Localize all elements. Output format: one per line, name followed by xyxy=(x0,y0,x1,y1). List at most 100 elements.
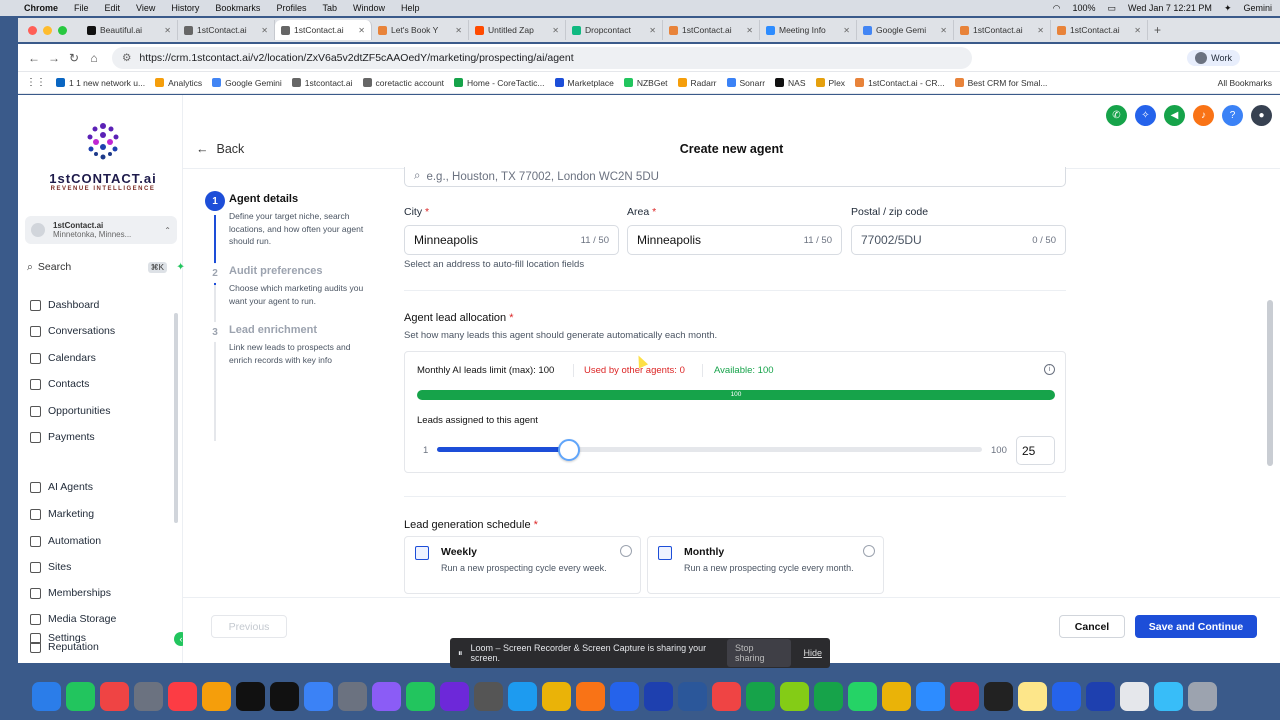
bookmark-item[interactable]: Sonarr xyxy=(726,78,765,88)
sidebar-item-payments[interactable]: Payments xyxy=(30,429,95,445)
cancel-button[interactable]: Cancel xyxy=(1059,615,1125,638)
previous-button[interactable]: Previous xyxy=(211,615,287,638)
dock-app-icon[interactable] xyxy=(678,681,707,711)
main-scrollbar[interactable] xyxy=(1267,300,1273,466)
menu-history[interactable]: History xyxy=(171,3,199,13)
schedule-option-monthly[interactable]: Monthly Run a new prospecting cycle ever… xyxy=(647,536,884,594)
close-tab-icon[interactable]: ✕ xyxy=(1134,26,1141,35)
dock-app-icon[interactable] xyxy=(1086,681,1115,711)
back-button[interactable]: ← Back xyxy=(196,142,244,156)
dock-app-icon[interactable] xyxy=(780,681,809,711)
menu-help[interactable]: Help xyxy=(401,3,420,13)
profile-button[interactable]: Work xyxy=(1187,49,1240,66)
dock-app-icon[interactable] xyxy=(474,681,503,711)
dock-app-icon[interactable] xyxy=(1018,681,1047,711)
browser-tab[interactable]: 1stContact.ai ✕ xyxy=(178,20,275,40)
save-continue-button[interactable]: Save and Continue xyxy=(1135,615,1257,638)
close-tab-icon[interactable]: ✕ xyxy=(164,26,171,35)
dock-app-icon[interactable] xyxy=(644,681,673,711)
back-arrow-icon[interactable]: ← xyxy=(24,51,44,65)
browser-tab[interactable]: Untitled Zap ✕ xyxy=(469,20,566,40)
dock-app-icon[interactable] xyxy=(508,681,537,711)
bookmark-item[interactable]: Google Gemini xyxy=(212,78,282,88)
minimize-window-icon[interactable] xyxy=(43,25,52,35)
menu-tab[interactable]: Tab xyxy=(322,3,337,13)
close-tab-icon[interactable]: ✕ xyxy=(649,26,656,35)
leads-slider-thumb[interactable] xyxy=(558,439,581,461)
close-tab-icon[interactable]: ✕ xyxy=(358,26,365,35)
info-icon[interactable]: i xyxy=(1044,364,1055,375)
quick-action-icon[interactable]: ✦ xyxy=(176,261,185,273)
dock-app-icon[interactable] xyxy=(542,681,571,711)
weekly-radio[interactable] xyxy=(620,545,632,557)
bookmark-item[interactable]: NZBGet xyxy=(623,78,668,88)
menu-window[interactable]: Window xyxy=(353,3,385,13)
postal-input[interactable]: 77002/5DU 0 / 50 xyxy=(851,225,1066,255)
close-tab-icon[interactable]: ✕ xyxy=(455,26,462,35)
dock-app-icon[interactable] xyxy=(746,681,775,711)
browser-tab[interactable]: 1stContact.ai ✕ xyxy=(663,20,760,40)
new-tab-icon[interactable]: + xyxy=(1154,23,1161,37)
bookmark-item[interactable]: Analytics xyxy=(155,78,202,88)
sidebar-item-dashboard[interactable]: Dashboard xyxy=(30,297,99,313)
menu-edit[interactable]: Edit xyxy=(105,3,121,13)
close-tab-icon[interactable]: ✕ xyxy=(261,26,268,35)
magic-wand-icon[interactable]: ✧ xyxy=(1135,105,1156,126)
bookmark-item[interactable]: Marketplace xyxy=(554,78,614,88)
schedule-option-weekly[interactable]: Weekly Run a new prospecting cycle every… xyxy=(404,536,641,594)
forward-arrow-icon[interactable]: → xyxy=(44,51,64,65)
dock-app-icon[interactable] xyxy=(984,681,1013,711)
sidebar-item-reputation[interactable]: Reputation xyxy=(30,639,99,655)
dock-app-icon[interactable] xyxy=(882,681,911,711)
bookmark-item[interactable]: Plex xyxy=(815,78,845,88)
bookmark-item[interactable]: 1stcontact.ai xyxy=(291,78,353,88)
dock-app-icon[interactable] xyxy=(270,681,299,711)
dock-app-icon[interactable] xyxy=(440,681,469,711)
home-icon[interactable]: ⌂ xyxy=(84,51,104,65)
sidebar-item-contacts[interactable]: Contacts xyxy=(30,376,89,392)
brand-logo[interactable]: 1stCONTACT.ai REVENUE INTELLIGENCE xyxy=(43,120,163,192)
dock-app-icon[interactable] xyxy=(406,681,435,711)
dock-app-icon[interactable] xyxy=(712,681,741,711)
dock-app-icon[interactable] xyxy=(338,681,367,711)
monthly-radio[interactable] xyxy=(863,545,875,557)
gemini-menu[interactable]: Gemini xyxy=(1243,3,1272,13)
browser-tab[interactable]: Let's Book Y ✕ xyxy=(372,20,469,40)
menu-app-name[interactable]: Chrome xyxy=(24,3,58,13)
city-input[interactable]: Minneapolis 11 / 50 xyxy=(404,225,619,255)
dock-app-icon[interactable] xyxy=(916,681,945,711)
browser-tab[interactable]: 1stContact.ai ✕ xyxy=(1051,20,1148,40)
browser-tab[interactable]: Beautiful.ai ✕ xyxy=(81,20,178,40)
hide-link[interactable]: Hide xyxy=(803,648,822,658)
sidebar-item-automation[interactable]: Automation xyxy=(30,533,101,549)
dock-app-icon[interactable] xyxy=(950,681,979,711)
bookmark-item[interactable]: 1 1 new network u... xyxy=(56,78,145,88)
bookmark-item[interactable]: 1stContact.ai - CR... xyxy=(855,78,945,88)
dock-app-icon[interactable] xyxy=(576,681,605,711)
browser-tab[interactable]: 1stContact.ai ✕ xyxy=(954,20,1051,40)
battery-label[interactable]: 100% xyxy=(1073,3,1096,13)
browser-tab[interactable]: Dropcontact ✕ xyxy=(566,20,663,40)
close-tab-icon[interactable]: ✕ xyxy=(746,26,753,35)
browser-tab[interactable]: 1stContact.ai ✕ xyxy=(275,20,372,40)
dock-app-icon[interactable] xyxy=(236,681,265,711)
datetime[interactable]: Wed Jan 7 12:21 PM xyxy=(1128,3,1212,13)
sidebar-item-memberships[interactable]: Memberships xyxy=(30,585,111,601)
sidebar-item-ai-agents[interactable]: AI Agents xyxy=(30,479,93,495)
sidebar-item-sites[interactable]: Sites xyxy=(30,559,71,575)
sidebar-item-conversations[interactable]: Conversations xyxy=(30,323,115,339)
dock-app-icon[interactable] xyxy=(66,681,95,711)
bookmark-item[interactable]: NAS xyxy=(775,78,806,88)
all-bookmarks-link[interactable]: All Bookmarks xyxy=(1218,78,1272,88)
dock-app-icon[interactable] xyxy=(372,681,401,711)
bookmark-item[interactable]: Radarr xyxy=(677,78,717,88)
dock-app-icon[interactable] xyxy=(814,681,843,711)
bell-icon[interactable]: ♪ xyxy=(1193,105,1214,126)
leads-value-input[interactable]: 25 xyxy=(1016,436,1055,465)
reload-icon[interactable]: ↻ xyxy=(64,51,84,65)
wifi-icon[interactable]: ◠ xyxy=(1053,3,1061,14)
close-tab-icon[interactable]: ✕ xyxy=(552,26,559,35)
dock-app-icon[interactable] xyxy=(100,681,129,711)
sidebar-scrollbar[interactable] xyxy=(174,313,178,523)
menu-file[interactable]: File xyxy=(74,3,89,13)
